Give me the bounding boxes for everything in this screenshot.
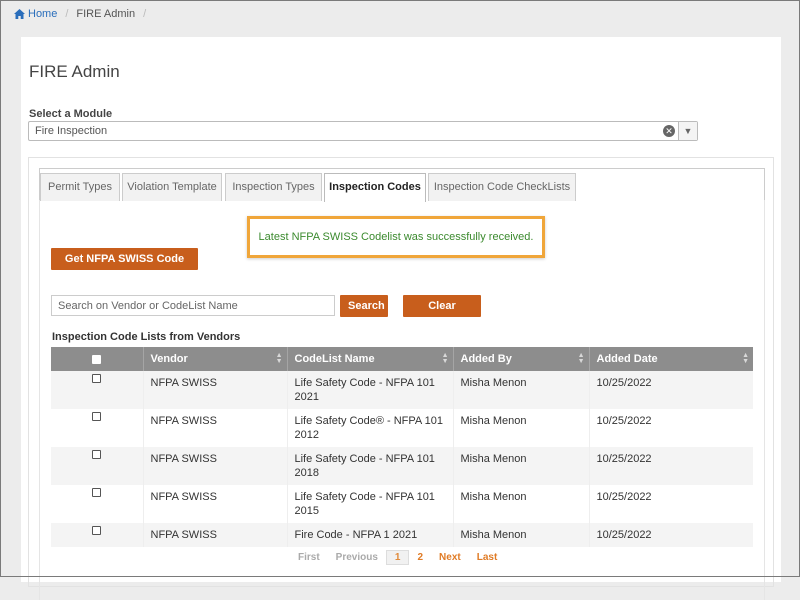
codelist-name-line2: 2021 (294, 391, 319, 403)
tab-inspection-codes[interactable]: Inspection Codes (324, 173, 426, 202)
breadcrumb-home-label: Home (28, 8, 58, 20)
clear-selection-icon[interactable]: ✕ (663, 125, 675, 137)
row-checkbox[interactable] (92, 525, 102, 535)
row-select-cell (51, 485, 144, 523)
codelist-name-line2: 2015 (294, 505, 319, 517)
pagination-first[interactable]: First (290, 550, 328, 565)
row-select-cell (51, 523, 144, 547)
pagination-page-2[interactable]: 2 (409, 550, 431, 565)
column-header-added-by[interactable]: Added By ▲ ▼ (453, 347, 590, 371)
tab-inspection-code-checklists[interactable]: Inspection Code CheckLists (428, 173, 576, 201)
row-checkbox[interactable] (92, 449, 102, 459)
clear-search-button[interactable]: Clear Search (403, 295, 481, 334)
table-row: NFPA SWISS Life Safety Code - NFPA 101 20… (51, 447, 753, 485)
codelist-name-line2: 2012 (294, 429, 319, 441)
codelist-name-line1: Life Safety Code - NFPA 101 (294, 377, 435, 389)
codelist-name-cell: Fire Code - NFPA 1 2021 (287, 523, 454, 547)
codelist-name-cell: Life Safety Code® - NFPA 101 2012 (287, 409, 454, 447)
tab-strip: Permit Types Violation Template Inspecti… (39, 168, 765, 202)
sort-icon: ▲ ▼ (441, 352, 449, 365)
pagination-previous[interactable]: Previous (328, 550, 386, 565)
table-header-row: Vendor ▲ ▼ CodeList Name ▲ ▼ Added By ▲ ▼ Adde… (51, 347, 753, 371)
sort-icon: ▲ ▼ (577, 352, 585, 365)
home-icon (14, 9, 25, 19)
table-row: NFPA SWISS Life Safety Code - NFPA 101 20… (51, 485, 753, 523)
select-all-checkbox[interactable] (92, 354, 102, 364)
breadcrumb-separator: / (65, 8, 69, 20)
column-header-vendor[interactable]: Vendor ▲ ▼ (143, 347, 288, 371)
breadcrumb-current: FIRE Admin (76, 8, 136, 20)
column-header-codelist-name[interactable]: CodeList Name ▲ ▼ (287, 347, 454, 371)
tab-content: Latest NFPA SWISS Codelist was successfu… (39, 200, 765, 600)
vendor-cell: NFPA SWISS (143, 523, 288, 547)
table-row: NFPA SWISS Life Safety Code® - NFPA 101 2… (51, 409, 753, 447)
module-select[interactable]: Fire Inspection ✕ ▼ (28, 121, 698, 141)
added-date-cell: 10/25/2022 (589, 371, 753, 409)
added-by-cell: Misha Menon (453, 485, 590, 523)
tab-violation-template[interactable]: Violation Template (122, 173, 222, 201)
success-alert: Latest NFPA SWISS Codelist was successfu… (247, 216, 545, 258)
row-checkbox[interactable] (92, 373, 102, 383)
breadcrumb: Home / FIRE Admin / (14, 8, 146, 20)
code-list-table: Vendor ▲ ▼ CodeList Name ▲ ▼ Added By ▲ ▼ Adde… (51, 347, 753, 547)
tab-permit-types[interactable]: Permit Types (40, 173, 120, 201)
table-row: NFPA SWISS Fire Code - NFPA 1 2021 Misha… (51, 523, 753, 547)
main-panel: FIRE Admin Select a Module Fire Inspecti… (21, 37, 781, 600)
table-row: NFPA SWISS Life Safety Code - NFPA 101 20… (51, 371, 753, 409)
column-header-label: Vendor (150, 353, 188, 365)
codelist-name-line1: Life Safety Code® - NFPA 101 (294, 415, 444, 427)
vendor-cell: NFPA SWISS (143, 409, 288, 447)
codelist-name-cell: Life Safety Code - NFPA 101 2021 (287, 371, 454, 409)
tab-container: Permit Types Violation Template Inspecti… (28, 157, 774, 600)
row-select-cell (51, 447, 144, 485)
added-by-cell: Misha Menon (453, 409, 590, 447)
pagination-next[interactable]: Next (431, 550, 469, 565)
pagination-last[interactable]: Last (469, 550, 506, 565)
section-title: Inspection Code Lists from Vendors (52, 331, 241, 343)
added-by-cell: Misha Menon (453, 447, 590, 485)
codelist-name-cell: Life Safety Code - NFPA 101 2015 (287, 485, 454, 523)
sort-icon: ▲ ▼ (742, 352, 749, 365)
row-checkbox[interactable] (92, 411, 102, 421)
page-title: FIRE Admin (29, 62, 120, 81)
pagination: First Previous 1 2 Next Last (290, 550, 505, 565)
codelist-name-line1: Life Safety Code - NFPA 101 (294, 453, 435, 465)
added-date-cell: 10/25/2022 (589, 523, 753, 547)
search-input[interactable] (51, 295, 335, 316)
module-label: Select a Module (29, 108, 113, 120)
vendor-cell: NFPA SWISS (143, 371, 288, 409)
module-select-value: Fire Inspection (35, 125, 108, 137)
codelist-name-line1: Life Safety Code - NFPA 101 (294, 491, 435, 503)
pagination-page-1[interactable]: 1 (385, 550, 410, 565)
codelist-name-cell: Life Safety Code - NFPA 101 2018 (287, 447, 454, 485)
column-header-added-date[interactable]: Added Date ▲ ▼ (589, 347, 753, 371)
get-code-list-button[interactable]: Get NFPA SWISS Code List (51, 248, 198, 287)
column-header-label: CodeList Name (294, 353, 375, 365)
column-header-label: Added Date (596, 353, 658, 365)
added-date-cell: 10/25/2022 (589, 447, 753, 485)
added-date-cell: 10/25/2022 (589, 409, 753, 447)
codelist-name-line2: 2018 (294, 467, 319, 479)
row-select-cell (51, 371, 144, 409)
column-header-label: Added By (460, 353, 512, 365)
vendor-cell: NFPA SWISS (143, 447, 288, 485)
chevron-down-icon[interactable]: ▼ (678, 122, 697, 140)
search-button[interactable]: Search (340, 295, 388, 317)
sort-icon: ▲ ▼ (275, 352, 283, 365)
select-all-header (51, 347, 144, 371)
row-select-cell (51, 409, 144, 447)
added-by-cell: Misha Menon (453, 523, 590, 547)
vendor-cell: NFPA SWISS (143, 485, 288, 523)
added-date-cell: 10/25/2022 (589, 485, 753, 523)
added-by-cell: Misha Menon (453, 371, 590, 409)
tab-inspection-types[interactable]: Inspection Types (225, 173, 322, 201)
breadcrumb-home-link[interactable]: Home (14, 8, 57, 20)
breadcrumb-separator: / (143, 8, 147, 20)
row-checkbox[interactable] (92, 487, 102, 497)
